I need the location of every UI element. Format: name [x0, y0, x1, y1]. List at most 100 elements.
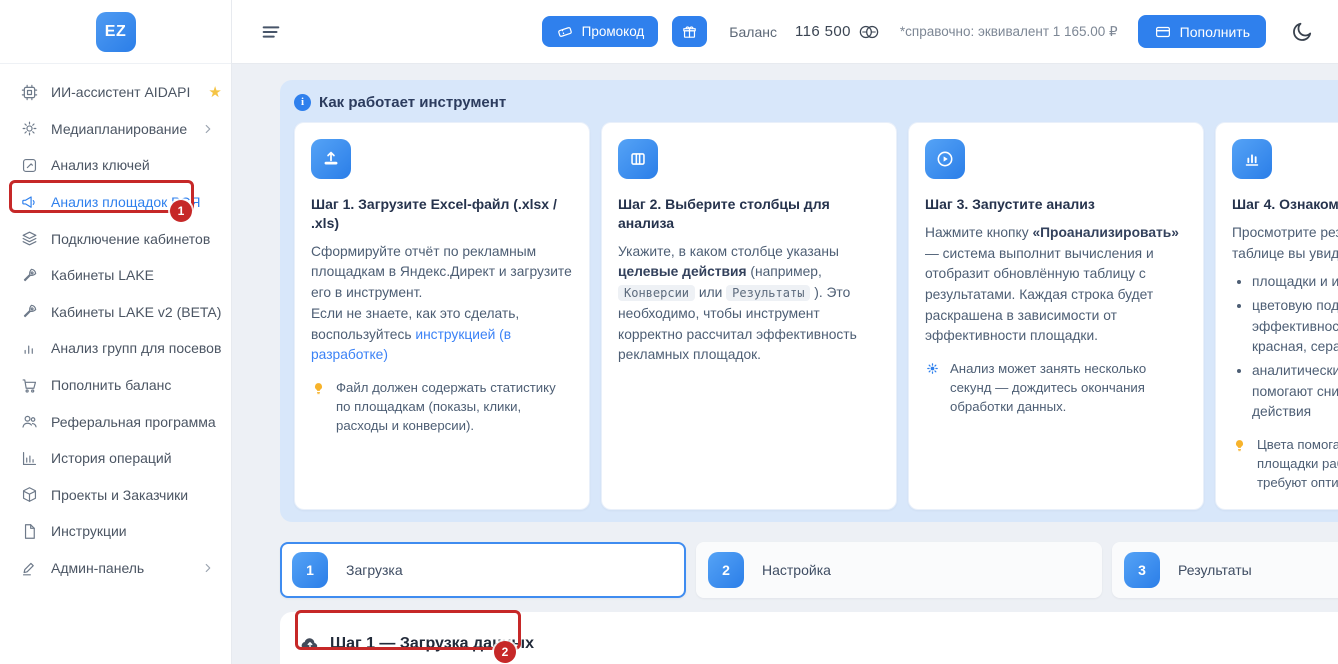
upload-section-title-row: Шаг 1 — Загрузка данных [300, 634, 1338, 654]
sidebar-item-label: Кабинеты LAKE [51, 267, 154, 284]
topbar-right: Промокод Баланс 116 500 *справочно: экви… [541, 15, 1314, 48]
rocket-icon [23, 305, 37, 318]
balance-group: 116 500 [795, 23, 880, 40]
sidebar-nav: ИИ-ассистент AIDAPI ★ Медиапланирование … [0, 64, 231, 586]
logo-area: EZ [0, 0, 231, 64]
step3-card-body: Нажмите кнопку «Проанализировать» — сист… [925, 223, 1187, 347]
gear-blue-icon [925, 359, 941, 416]
people-icon [22, 415, 37, 428]
hamburger-icon [262, 25, 280, 38]
tab-number-badge: 2 [708, 551, 744, 588]
promo-button[interactable]: Промокод [541, 16, 659, 47]
sidebar-item-label: Медиапланирование [51, 120, 188, 137]
sidebar-item-lake-accounts[interactable]: Кабинеты LAKE [0, 257, 231, 294]
upload-icon [311, 139, 351, 179]
step1-text: Сформируйте отчёт по рекламным площадкам… [311, 243, 572, 301]
promo-button-label: Промокод [581, 24, 645, 39]
tab-results[interactable]: 3 Результаты [1112, 541, 1338, 598]
lightbulb-icon [1232, 435, 1248, 492]
tab-number-badge: 1 [292, 551, 328, 588]
tab-upload[interactable]: 1 Загрузка [280, 541, 686, 598]
step4-card-title: Шаг 4. Ознакомьтесь с результатами [1232, 196, 1338, 212]
annotation-badge-1: 1 [170, 200, 192, 222]
credit-card-icon [1155, 26, 1170, 37]
balance-label: Баланс [729, 23, 777, 40]
sidebar-item-admin-panel[interactable]: Админ-панель [0, 550, 231, 587]
tab-settings[interactable]: 2 Настройка [696, 541, 1102, 598]
topup-button-label: Пополнить [1179, 23, 1250, 40]
step4-bullet: цветовую подсветку по уровню эффективнос… [1252, 296, 1338, 358]
step2-text2: (например, [746, 264, 822, 280]
info-icon: i [294, 93, 311, 111]
step1-card-title: Шаг 1. Загрузите Excel-файл (.xlsx / .xl… [311, 196, 557, 231]
sidebar-item-seeding-groups[interactable]: Анализ групп для посевов [0, 330, 231, 367]
bars-icon [24, 345, 33, 354]
sidebar-item-key-analysis[interactable]: Анализ ключей [0, 147, 231, 184]
main-content: i Как работает инструмент Шаг 1. Загрузи… [232, 64, 1338, 664]
sidebar-item-label: Проекты и Заказчики [51, 486, 189, 503]
chevron-right-icon [205, 563, 211, 573]
step4-tip-text: Цвета помогают быстро понять, какие площ… [1257, 437, 1338, 491]
step1-card: Шаг 1. Загрузите Excel-файл (.xlsx / .xl… [294, 122, 590, 510]
tab-label: Результаты [1178, 561, 1252, 578]
sidebar-item-referral-program[interactable]: Реферальная программа [0, 403, 231, 440]
step3-text: Нажмите кнопку [925, 224, 1033, 240]
sidebar-item-label: ИИ-ассистент AIDAPI [51, 84, 191, 101]
sidebar-item-label: Инструкции [51, 523, 127, 540]
chevron-right-icon [205, 124, 211, 133]
bar-chart-icon [1232, 139, 1272, 179]
how-it-works-panel: i Как работает инструмент Шаг 1. Загрузи… [280, 80, 1338, 522]
step2-bold-text: целевые действия [618, 264, 747, 280]
menu-toggle-button[interactable] [258, 19, 284, 45]
sidebar-item-projects-clients[interactable]: Проекты и Заказчики [0, 477, 231, 514]
balance-equivalent-note: *справочно: эквивалент 1 165.00 ₽ [899, 23, 1118, 39]
panel-title-row: i Как работает инструмент [294, 92, 1338, 112]
gift-button[interactable] [672, 16, 708, 47]
tab-label: Загрузка [346, 561, 403, 578]
topup-button[interactable]: Пополнить [1137, 15, 1266, 48]
megaphone-icon [22, 195, 35, 208]
lightbulb-icon [311, 378, 327, 435]
coins-icon [859, 25, 879, 38]
topbar: Промокод Баланс 116 500 *справочно: экви… [232, 0, 1338, 64]
step3-bold-text: «Проанализировать» [1032, 224, 1179, 240]
sidebar-item-label: История операций [51, 450, 172, 467]
step4-card-body: Просмотрите результаты анализа. В таблиц… [1232, 223, 1338, 423]
step2-card: Шаг 2. Выберите столбцы для анализа Укаж… [601, 122, 897, 510]
sidebar-item-operations-history[interactable]: История операций [0, 440, 231, 477]
step4-card: Шаг 4. Ознакомьтесь с результатами Просм… [1215, 122, 1338, 510]
sidebar: EZ ИИ-ассистент AIDAPI ★ Медиапланирован… [0, 0, 232, 664]
step4-tip: Цвета помогают быстро понять, какие площ… [1232, 435, 1338, 492]
sidebar-item-rsya-analysis[interactable]: Анализ площадок РСЯ [0, 184, 231, 221]
upload-section: Шаг 1 — Загрузка данных Выберите .xlsx и… [280, 611, 1338, 664]
star-icon: ★ [208, 83, 222, 101]
conversions-badge: Конверсии [618, 285, 696, 302]
step1-card-body: Сформируйте отчёт по рекламным площадкам… [311, 242, 573, 366]
sidebar-item-lake-v2-accounts[interactable]: Кабинеты LAKE v2 (BETA) [0, 294, 231, 331]
ticket-icon [557, 26, 572, 37]
document-icon [24, 524, 35, 539]
dark-mode-toggle[interactable] [1290, 20, 1314, 44]
chip-icon [21, 84, 38, 101]
step2-card-body: Укажите, в каком столбце указаны целевые… [618, 242, 880, 366]
results-badge: Результаты [726, 285, 811, 302]
app-logo[interactable]: EZ [95, 11, 136, 52]
step1-tip-text: Файл должен содержать статистику по площ… [336, 379, 556, 434]
step3-text2: — система выполнит вычисления и отобрази… [925, 245, 1154, 344]
sidebar-item-media-planning[interactable]: Медиапланирование [0, 111, 231, 148]
cart-icon [22, 378, 37, 393]
sidebar-item-instructions[interactable]: Инструкции [0, 513, 231, 550]
wizard-tabs: 1 Загрузка 2 Настройка 3 Результаты [280, 541, 1338, 598]
sidebar-item-topup-balance[interactable]: Пополнить баланс [0, 367, 231, 404]
rocket-icon [23, 268, 37, 281]
annotation-badge-2: 2 [494, 641, 516, 663]
balance-value: 116 500 [794, 23, 851, 40]
box-icon [22, 487, 37, 503]
step2-card-title: Шаг 2. Выберите столбцы для анализа [618, 196, 830, 231]
play-icon [925, 139, 965, 179]
sidebar-item-ai-assistant[interactable]: ИИ-ассистент AIDAPI ★ [0, 74, 231, 111]
sidebar-item-label: Анализ групп для посевов [51, 340, 222, 357]
step3-tip-text: Анализ может занять несколько секунд — д… [950, 361, 1147, 415]
panel-title: Как работает инструмент [319, 93, 507, 111]
sidebar-item-connect-accounts[interactable]: Подключение кабинетов [0, 220, 231, 257]
